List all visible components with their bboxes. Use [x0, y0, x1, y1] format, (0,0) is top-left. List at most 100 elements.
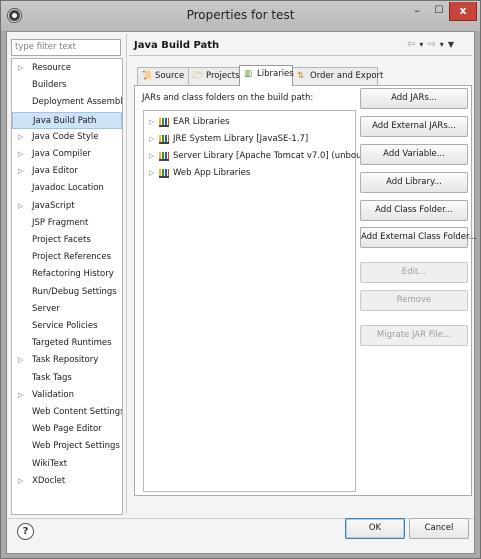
forward-dropdown-icon[interactable]: ▾	[440, 40, 444, 49]
cancel-button[interactable]: Cancel	[409, 518, 469, 539]
tree-item[interactable]: ▷ XDoclet	[12, 473, 122, 490]
tree-item-label: Task Repository	[32, 355, 99, 366]
tree-item[interactable]: ▷ Resource	[12, 60, 122, 77]
migrate-jar-file-button[interactable]: Migrate JAR File...	[360, 325, 468, 346]
tree-item-label: Project Facets	[32, 235, 91, 245]
filter-input[interactable]: type filter text	[11, 39, 121, 56]
maximize-button[interactable]: ☐	[429, 2, 449, 21]
tree-item-label: Refactoring History	[32, 269, 114, 280]
tree-item-label: Java Compiler	[32, 149, 91, 159]
tree-item-label: Project References	[32, 252, 112, 263]
tree-item-label: Resource	[32, 63, 71, 73]
expand-arrow-icon[interactable]: ▷	[18, 129, 23, 146]
tab-projects[interactable]: 🗁 Projects	[188, 67, 240, 85]
menu-dropdown-icon[interactable]: ▼	[448, 40, 454, 49]
add-class-folder-button[interactable]: Add Class Folder...	[360, 200, 468, 221]
tree-item-label: Targeted Runtimes	[32, 338, 112, 349]
tree-item-label: Javadoc Location	[32, 183, 104, 194]
expand-arrow-icon[interactable]: ▷	[18, 163, 23, 180]
expand-arrow-icon[interactable]: ▷	[149, 131, 154, 148]
tree-item-label: Task Tags	[32, 372, 72, 383]
tree-item-label: Deployment Assembly	[32, 97, 123, 108]
expand-arrow-icon[interactable]: ▷	[149, 114, 154, 131]
tree-item-label: Validation	[32, 389, 74, 400]
tree-item[interactable]: Web Page Editor	[12, 421, 122, 438]
tree-item[interactable]: Project Facets	[12, 232, 122, 249]
expand-arrow-icon[interactable]: ▷	[149, 165, 154, 182]
tree-item-label: Java Code Style	[32, 131, 99, 142]
properties-dialog: Properties for test – ☐ x type filter te…	[0, 0, 481, 559]
edit-button[interactable]: Edit...	[360, 262, 468, 283]
property-tree: ▷ Resource Builders Deployment Assembly Java…	[11, 58, 123, 515]
expand-arrow-icon[interactable]: ▷	[18, 60, 23, 77]
library-item-label: JRE System Library [JavaSE-1.7]	[173, 134, 309, 144]
tree-item[interactable]: Refactoring History	[12, 266, 122, 283]
remove-button[interactable]: Remove	[360, 290, 468, 311]
tree-item[interactable]: ▷ Java Code Style	[12, 129, 122, 146]
tree-item[interactable]: ▷ Java Editor	[12, 163, 122, 180]
library-icon	[159, 169, 169, 178]
tab-source[interactable]: 📜 Source	[137, 67, 189, 85]
tree-item-label: Java Build Path	[33, 115, 97, 126]
tree-item[interactable]: JSP Fragment	[12, 215, 122, 232]
tree-item[interactable]: WikiText	[12, 456, 122, 473]
back-dropdown-icon[interactable]: ▾	[419, 40, 423, 49]
expand-arrow-icon[interactable]: ▷	[149, 148, 154, 165]
tree-item[interactable]: Task Tags	[12, 370, 122, 387]
tree-item[interactable]: Run/Debug Settings	[12, 284, 122, 301]
tree-item-label: Builders	[32, 80, 67, 91]
expand-arrow-icon[interactable]: ▷	[18, 146, 23, 163]
library-item-label: Server Library [Apache Tomcat v7.0] (unb…	[173, 151, 376, 161]
expand-arrow-icon[interactable]: ▷	[18, 198, 23, 215]
tree-item[interactable]: Web Project Settings	[12, 438, 122, 455]
back-arrow-icon[interactable]: ⇦	[407, 39, 415, 50]
library-item-label: EAR Libraries	[173, 117, 230, 127]
tree-item[interactable]: ▷ Validation	[12, 387, 122, 404]
page-navigation: ⇦ ▾ ⇨ ▾ ▼	[407, 39, 458, 50]
tree-item-label: Web Content Settings	[32, 407, 123, 417]
tree-item[interactable]: Java Build Path	[12, 111, 122, 129]
tree-item[interactable]: Service Policies	[12, 318, 122, 335]
tab-source-label: Source	[155, 71, 185, 81]
forward-arrow-icon[interactable]: ⇨	[427, 39, 435, 50]
ok-button[interactable]: OK	[345, 518, 405, 539]
panel-divider[interactable]	[126, 34, 127, 514]
expand-arrow-icon[interactable]: ▷	[18, 387, 23, 404]
tab-order-and-export[interactable]: ⇅ Order and Export	[292, 67, 383, 85]
tree-item-label: Web Project Settings	[32, 441, 120, 452]
order-export-icon: ⇅	[297, 71, 305, 81]
build-path-heading: JARs and class folders on the build path…	[142, 93, 314, 103]
tree-item[interactable]: ▷ Java Compiler	[12, 146, 122, 163]
minimize-button[interactable]: –	[405, 2, 429, 21]
tree-item-label: XDoclet	[32, 475, 66, 486]
tab-libraries[interactable]: ▥ Libraries	[239, 65, 294, 86]
title-bar[interactable]: Properties for test – ☐ x	[1, 1, 480, 31]
add-jars-button[interactable]: Add JARs...	[360, 88, 468, 109]
tree-item[interactable]: ▷ Task Repository	[12, 352, 122, 369]
close-button[interactable]: x	[449, 2, 477, 21]
tree-item-label: Java Editor	[32, 166, 78, 177]
title-separator	[129, 55, 472, 56]
add-library-button[interactable]: Add Library...	[360, 172, 468, 193]
tree-item-label: Service Policies	[32, 321, 98, 331]
add-external-class-folder-button[interactable]: Add External Class Folder...	[360, 227, 477, 248]
tree-item-label: Server	[32, 303, 60, 314]
expand-arrow-icon[interactable]: ▷	[18, 352, 23, 369]
add-variable-button[interactable]: Add Variable...	[360, 144, 468, 165]
expand-arrow-icon[interactable]: ▷	[18, 473, 23, 490]
tree-item[interactable]: Deployment Assembly	[12, 94, 122, 111]
tree-item[interactable]: Server	[12, 301, 122, 318]
tree-item[interactable]: Builders	[12, 77, 122, 94]
tree-item-label: JavaScript	[32, 200, 75, 211]
library-icon	[159, 118, 169, 127]
library-icon	[159, 152, 169, 161]
tree-item[interactable]: Project References	[12, 249, 122, 266]
add-external-jars-button[interactable]: Add External JARs...	[360, 116, 468, 137]
library-list[interactable]: ▷ EAR Libraries ▷ JRE System Library [JavaS…	[143, 110, 376, 492]
help-icon[interactable]: ?	[17, 523, 34, 540]
tree-item[interactable]: Javadoc Location	[12, 180, 122, 197]
tree-item[interactable]: Web Content Settings	[12, 404, 122, 421]
tree-item-label: WikiText	[32, 458, 68, 469]
tree-item[interactable]: ▷ JavaScript	[12, 198, 122, 215]
tree-item[interactable]: Targeted Runtimes	[12, 335, 122, 352]
